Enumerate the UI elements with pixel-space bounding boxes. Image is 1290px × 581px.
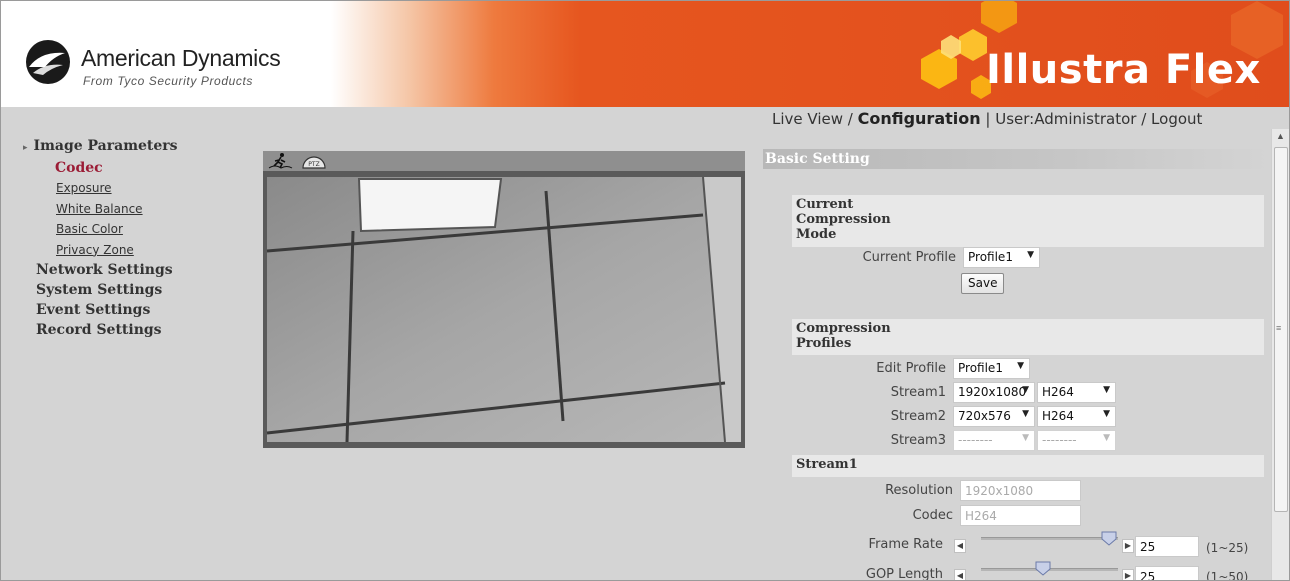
camera-live-view[interactable] <box>263 171 745 448</box>
motion-detection-icon[interactable] <box>267 152 293 170</box>
stream1-label: Stream1 <box>890 385 946 400</box>
current-compression-mode-header: Current Compression Mode <box>792 195 1264 247</box>
user-label: User:Administrator <box>995 110 1137 128</box>
select-value: H264 <box>1042 409 1074 423</box>
product-name: Illustra Flex <box>986 47 1261 93</box>
frame-rate-label: Frame Rate <box>868 537 943 552</box>
stream1-section-header: Stream1 <box>792 455 1264 477</box>
sidebar: ▸ Image Parameters Codec Exposure White B… <box>23 136 178 340</box>
select-value: Profile1 <box>968 250 1013 264</box>
sidebar-item-network-settings[interactable]: Network Settings <box>23 260 178 280</box>
current-profile-select[interactable]: Profile1 ▼ <box>963 247 1040 268</box>
frame-rate-range: (1~25) <box>1206 541 1249 555</box>
sidebar-item-record-settings[interactable]: Record Settings <box>23 320 178 340</box>
frame-rate-input[interactable]: 25 <box>1135 536 1199 557</box>
sidebar-item-image-parameters[interactable]: ▸ Image Parameters <box>23 136 178 158</box>
arrow-left-icon[interactable]: ◀ <box>954 569 966 580</box>
stream2-label: Stream2 <box>890 409 946 424</box>
chevron-down-icon: ▼ <box>1103 385 1110 395</box>
arrow-right-icon[interactable]: ▶ <box>1122 539 1134 553</box>
nav-separator: / <box>1136 110 1152 128</box>
stream2-codec-select[interactable]: H264 ▼ <box>1037 406 1116 427</box>
stream3-label: Stream3 <box>890 433 946 448</box>
nav-separator: | <box>980 110 996 128</box>
compression-profiles-header: Compression Profiles <box>792 319 1264 355</box>
stream1-resolution-select[interactable]: 1920x1080 ▼ <box>953 382 1035 403</box>
camera-toolbar: PTZ <box>263 151 745 171</box>
select-value: 720x576 <box>958 409 1011 423</box>
stream3-resolution-select: -------- ▼ <box>953 430 1035 451</box>
select-value: -------- <box>958 433 993 447</box>
gop-length-input[interactable]: 25 <box>1135 566 1199 580</box>
configuration-link[interactable]: Configuration <box>858 109 981 128</box>
section-heading: Compression Profiles <box>796 321 891 351</box>
chevron-down-icon: ▼ <box>1017 361 1024 371</box>
header-banner: American Dynamics From Tyco Security Pro… <box>1 1 1289 107</box>
ptz-dome-icon[interactable]: PTZ <box>299 152 329 170</box>
nav-separator: / <box>843 110 858 128</box>
section-heading: Current Compression Mode <box>796 197 891 242</box>
chevron-down-icon: ▼ <box>1022 409 1029 419</box>
brand-name: American Dynamics <box>81 45 281 71</box>
sidebar-subitem-white-balance[interactable]: White Balance <box>23 199 178 220</box>
chevron-down-icon: ▼ <box>1103 433 1110 443</box>
select-value: H264 <box>1042 385 1074 399</box>
caret-right-icon: ▸ <box>23 143 28 153</box>
select-value: -------- <box>1042 433 1077 447</box>
codec-field: H264 <box>960 505 1081 526</box>
sidebar-subitem-exposure[interactable]: Exposure <box>23 178 178 199</box>
american-dynamics-logo <box>26 40 70 84</box>
stream2-resolution-select[interactable]: 720x576 ▼ <box>953 406 1035 427</box>
chevron-down-icon: ▼ <box>1103 409 1110 419</box>
brand-tagline: From Tyco Security Products <box>83 74 254 88</box>
codec-label: Codec <box>912 508 953 523</box>
sidebar-subitem-privacy-zone[interactable]: Privacy Zone <box>23 240 178 261</box>
edit-profile-label: Edit Profile <box>876 361 946 376</box>
chevron-down-icon: ▼ <box>1022 385 1029 395</box>
vertical-scrollbar[interactable] <box>1271 129 1289 580</box>
chevron-down-icon: ▼ <box>1027 250 1034 260</box>
gop-length-slider-thumb[interactable] <box>1035 561 1051 576</box>
logout-link[interactable]: Logout <box>1151 110 1202 128</box>
section-title: Basic Setting <box>765 151 870 167</box>
stream1-codec-select[interactable]: H264 ▼ <box>1037 382 1116 403</box>
ptz-label: PTZ <box>308 161 319 168</box>
edit-profile-select[interactable]: Profile1 ▼ <box>953 358 1030 379</box>
live-view-link[interactable]: Live View <box>772 110 843 128</box>
sidebar-item-label: Image Parameters <box>33 138 178 154</box>
frame-rate-slider-thumb[interactable] <box>1101 531 1117 546</box>
select-value: 1920x1080 <box>958 385 1027 399</box>
gop-length-range: (1~50) <box>1206 570 1249 581</box>
save-button[interactable]: Save <box>961 273 1005 294</box>
top-navigation: Live View / Configuration | User:Adminis… <box>772 109 1202 128</box>
section-title-bar: Basic Setting <box>763 149 1271 169</box>
resolution-label: Resolution <box>885 483 953 498</box>
sidebar-subitem-codec[interactable]: Codec <box>23 158 178 178</box>
frame-rate-slider-track[interactable] <box>981 537 1118 540</box>
sidebar-item-system-settings[interactable]: System Settings <box>23 280 178 300</box>
sidebar-subitem-basic-color[interactable]: Basic Color <box>23 219 178 240</box>
arrow-left-icon[interactable]: ◀ <box>954 539 966 553</box>
app-window: American Dynamics From Tyco Security Pro… <box>0 0 1290 581</box>
sidebar-item-event-settings[interactable]: Event Settings <box>23 300 178 320</box>
scroll-grip-icon: ≡ <box>1276 323 1282 333</box>
resolution-field: 1920x1080 <box>960 480 1081 501</box>
section-heading: Stream1 <box>796 457 858 472</box>
current-profile-label: Current Profile <box>862 250 956 265</box>
arrow-right-icon[interactable]: ▶ <box>1122 569 1134 580</box>
select-value: Profile1 <box>958 361 1003 375</box>
scroll-up-arrow-icon[interactable]: ▲ <box>1276 131 1285 141</box>
chevron-down-icon: ▼ <box>1022 433 1029 443</box>
stream3-codec-select: -------- ▼ <box>1037 430 1116 451</box>
gop-length-label: GOP Length <box>865 567 943 581</box>
